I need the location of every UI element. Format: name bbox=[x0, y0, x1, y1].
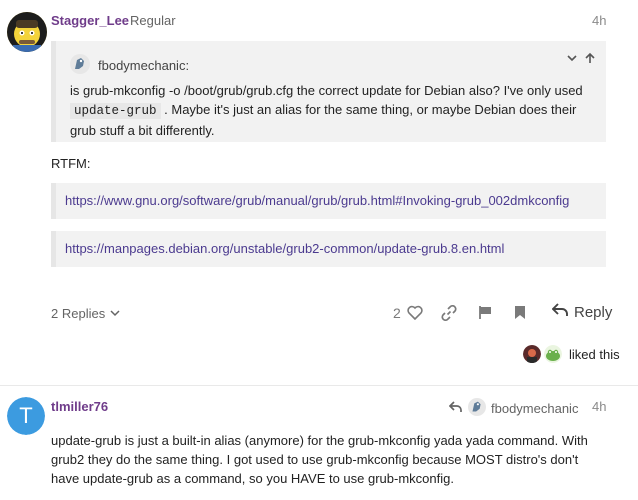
reply-arrow-icon bbox=[551, 303, 568, 321]
post-stagger-lee: Stagger_Lee Regular 4h fbodymechanic: is… bbox=[0, 0, 638, 385]
liked-by: liked this bbox=[523, 345, 620, 363]
link-icon bbox=[441, 304, 457, 324]
post-body: update-grub is just a built-in alias (an… bbox=[51, 433, 588, 486]
inline-code: update-grub bbox=[70, 103, 161, 119]
liker-avatar[interactable] bbox=[544, 345, 562, 363]
flag-button[interactable] bbox=[474, 304, 496, 324]
post-controls: 2 Replies 2 Reply bbox=[0, 299, 638, 329]
chevron-down-icon[interactable] bbox=[566, 51, 578, 67]
reply-to-avatar bbox=[468, 398, 486, 419]
like-button[interactable] bbox=[404, 304, 426, 324]
quoted-avatar bbox=[70, 54, 90, 77]
reply-button[interactable]: Reply bbox=[551, 303, 613, 321]
link-box: https://manpages.debian.org/unstable/gru… bbox=[51, 231, 606, 267]
user-title: Regular bbox=[130, 13, 176, 28]
bookmark-icon bbox=[514, 305, 526, 323]
link-gnu-grub[interactable]: https://www.gnu.org/software/grub/manual… bbox=[65, 193, 569, 208]
username[interactable]: Stagger_Lee bbox=[51, 13, 129, 28]
bookmark-button[interactable] bbox=[509, 304, 531, 324]
username[interactable]: tlmiller76 bbox=[51, 399, 108, 414]
liker-avatar[interactable] bbox=[523, 345, 541, 363]
link-debian-manpage[interactable]: https://manpages.debian.org/unstable/gru… bbox=[65, 241, 504, 256]
liked-this-text: liked this bbox=[569, 346, 620, 362]
quote-text-part: is grub-mkconfig -o /boot/grub/grub.cfg … bbox=[70, 83, 583, 98]
avatar-letter: T bbox=[7, 397, 45, 435]
heart-icon bbox=[407, 305, 423, 323]
replies-label: 2 Replies bbox=[51, 306, 106, 321]
post-time[interactable]: 4h bbox=[592, 13, 606, 28]
avatar[interactable]: T bbox=[7, 397, 45, 435]
reply-arrow-icon bbox=[448, 401, 463, 416]
quote-text: is grub-mkconfig -o /boot/grub/grub.cfg … bbox=[70, 81, 600, 140]
post-time[interactable]: 4h bbox=[592, 399, 606, 414]
copy-link-button[interactable] bbox=[438, 304, 460, 324]
reply-to-indicator[interactable]: fbodymechanic bbox=[448, 398, 579, 419]
arrow-up-icon[interactable] bbox=[584, 51, 596, 67]
quote-author[interactable]: fbodymechanic: bbox=[98, 58, 189, 73]
flag-icon bbox=[478, 305, 493, 323]
avatar[interactable] bbox=[7, 12, 47, 52]
like-count[interactable]: 2 bbox=[393, 305, 401, 321]
quote-controls bbox=[566, 51, 596, 67]
post-body: RTFM: bbox=[51, 156, 91, 171]
link-box: https://www.gnu.org/software/grub/manual… bbox=[51, 183, 606, 219]
quote-header: fbodymechanic: bbox=[70, 54, 189, 77]
reply-label: Reply bbox=[574, 303, 613, 321]
post-tlmiller76: T tlmiller76 fbodymechanic 4h update-gru… bbox=[0, 386, 638, 500]
reply-to-username: fbodymechanic bbox=[491, 401, 579, 416]
replies-toggle-button[interactable]: 2 Replies bbox=[51, 306, 120, 321]
quote-block: fbodymechanic: is grub-mkconfig -o /boot… bbox=[51, 41, 606, 142]
chevron-down-icon bbox=[110, 306, 120, 321]
